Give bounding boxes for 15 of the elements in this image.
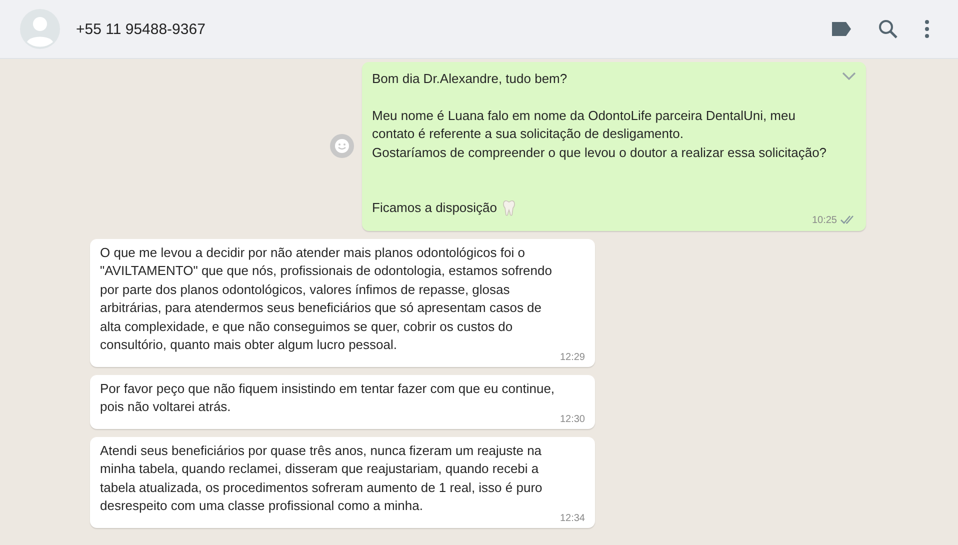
message-time: 12:34	[560, 512, 585, 524]
message-text: Por favor peço que não fiquem insistindo em tentar fazer com que eu continue, pois não voltarei atrás.	[100, 380, 556, 416]
tooth-icon	[503, 200, 515, 216]
message-time: 12:29	[560, 352, 585, 362]
message-text: Meu nome é Luana falo em nome da OdontoLife parceira DentalUni, meu contato é referente a sua solicitação de desligamento. Gostaríamos de compreender o que levou o doutor a realizar essa solicitação?	[372, 106, 828, 162]
message-text: Ficamos a disposição	[372, 199, 497, 217]
menu-icon[interactable]	[924, 19, 930, 39]
message-time: 12:30	[560, 414, 585, 424]
label-icon[interactable]	[830, 21, 852, 37]
message-text: Bom dia Dr.Alexandre, tudo bem?	[372, 70, 568, 88]
message-time: 10:25	[812, 214, 837, 226]
search-icon[interactable]	[878, 19, 898, 39]
contact-name: +55 11 95488-9367	[76, 20, 206, 38]
message-text: O que me levou a decidir por não atender mais planos odontológicos foi o "AVILTAMENTO" que que nós, profissionais de odontologia, estamos sofrendo por parte dos planos odontológicos, valores ínfimos de repasse, glosas arbitrárias, para atendermos seus beneficiários que só apresentam casos de alta complexidade, e que não conseguimos se quer, cobrir os custos do consultório, quanto mais obter algum lucro pessoal.	[100, 244, 553, 354]
message-text: Atendi seus beneficiários por quase três anos, nunca fizeram um reajuste na minha tabela, quando reclamei, disseram que reajustariam, quando recebi a tabela atualizada, os procedimentos sofreram aumento de 1 real, isso é puro desrespeito com uma classe profissional como a minha.	[100, 442, 544, 515]
